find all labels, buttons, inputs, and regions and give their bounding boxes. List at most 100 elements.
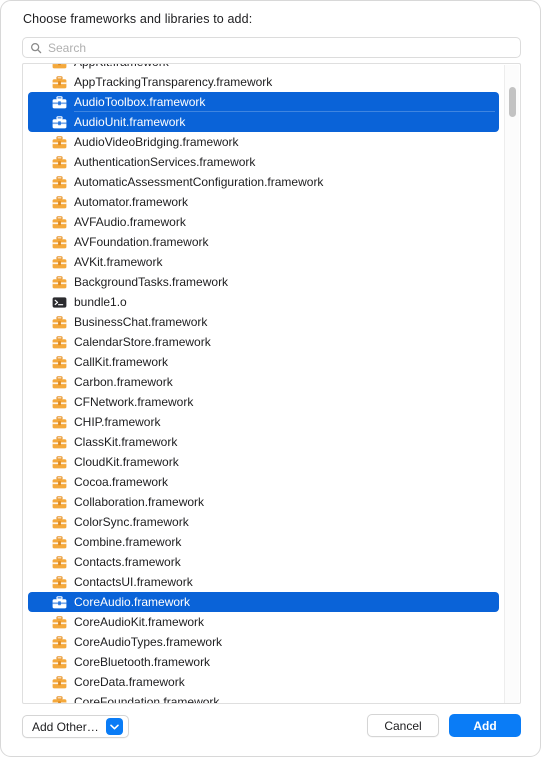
list-item[interactable]: Automator.framework bbox=[28, 192, 499, 212]
list-item-label: CoreBluetooth.framework bbox=[74, 655, 211, 669]
framework-icon bbox=[52, 176, 67, 189]
list-item-label: CFNetwork.framework bbox=[74, 395, 194, 409]
list-item-label: ContactsUI.framework bbox=[74, 575, 193, 589]
list-item-label: CalendarStore.framework bbox=[74, 335, 211, 349]
framework-icon bbox=[52, 276, 67, 289]
search-input[interactable]: Search bbox=[22, 37, 521, 58]
object-file-icon bbox=[52, 297, 67, 308]
framework-icon bbox=[52, 496, 67, 509]
list-item[interactable]: Combine.framework bbox=[28, 532, 499, 552]
add-other-button[interactable]: Add Other… bbox=[22, 715, 129, 738]
framework-icon bbox=[52, 596, 67, 609]
cancel-button[interactable]: Cancel bbox=[367, 714, 439, 737]
list-item-label: AudioUnit.framework bbox=[74, 115, 186, 129]
framework-icon bbox=[52, 436, 67, 449]
list-item[interactable]: CallKit.framework bbox=[28, 352, 499, 372]
framework-list[interactable]: AppKit.framework AppTrackingTransparency.… bbox=[22, 63, 521, 704]
list-item[interactable]: CoreAudioKit.framework bbox=[28, 612, 499, 632]
list-item[interactable]: CoreBluetooth.framework bbox=[28, 652, 499, 672]
search-placeholder: Search bbox=[48, 40, 87, 55]
framework-icon bbox=[52, 476, 67, 489]
list-item[interactable]: Carbon.framework bbox=[28, 372, 499, 392]
framework-icon bbox=[52, 396, 67, 409]
list-item-label: CoreData.framework bbox=[74, 675, 185, 689]
search-icon bbox=[30, 42, 42, 53]
framework-icon bbox=[52, 316, 67, 329]
framework-icon bbox=[52, 236, 67, 249]
list-item-label: ClassKit.framework bbox=[74, 435, 178, 449]
list-item[interactable]: ContactsUI.framework bbox=[28, 572, 499, 592]
framework-icon bbox=[52, 136, 67, 149]
list-item[interactable]: AudioToolbox.framework bbox=[28, 92, 499, 112]
framework-icon bbox=[52, 256, 67, 269]
framework-icon bbox=[52, 576, 67, 589]
list-item-label: Combine.framework bbox=[74, 535, 182, 549]
add-frameworks-dialog: Choose frameworks and libraries to add: … bbox=[0, 0, 541, 757]
list-item-label: Contacts.framework bbox=[74, 555, 181, 569]
list-item[interactable]: CoreData.framework bbox=[28, 672, 499, 692]
framework-icon bbox=[52, 656, 67, 669]
list-item[interactable]: AVFAudio.framework bbox=[28, 212, 499, 232]
list-item-label: AVKit.framework bbox=[74, 255, 163, 269]
list-item[interactable]: AuthenticationServices.framework bbox=[28, 152, 499, 172]
framework-list-body: AppKit.framework AppTrackingTransparency.… bbox=[23, 64, 504, 704]
list-item[interactable]: CFNetwork.framework bbox=[28, 392, 499, 412]
list-item[interactable]: ColorSync.framework bbox=[28, 512, 499, 532]
list-item-label: AVFoundation.framework bbox=[74, 235, 209, 249]
framework-icon bbox=[52, 416, 67, 429]
list-item[interactable]: ClassKit.framework bbox=[28, 432, 499, 452]
list-item[interactable]: bundle1.o bbox=[28, 292, 499, 312]
list-item-label: CHIP.framework bbox=[74, 415, 161, 429]
framework-icon bbox=[52, 196, 67, 209]
framework-icon bbox=[52, 556, 67, 569]
framework-icon bbox=[52, 536, 67, 549]
framework-icon bbox=[52, 356, 67, 369]
list-item-label: Collaboration.framework bbox=[74, 495, 205, 509]
list-item-label: CloudKit.framework bbox=[74, 455, 179, 469]
list-item[interactable]: Contacts.framework bbox=[28, 552, 499, 572]
list-item-label: CoreFoundation.framework bbox=[74, 695, 220, 704]
list-item[interactable]: BackgroundTasks.framework bbox=[28, 272, 499, 292]
list-item[interactable]: AppTrackingTransparency.framework bbox=[28, 72, 499, 92]
list-item-label: AuthenticationServices.framework bbox=[74, 155, 256, 169]
framework-icon bbox=[52, 376, 67, 389]
framework-icon bbox=[52, 616, 67, 629]
list-item-label: AppKit.framework bbox=[74, 64, 169, 69]
list-scrollbar[interactable] bbox=[504, 65, 519, 703]
list-item[interactable]: CoreAudioTypes.framework bbox=[28, 632, 499, 652]
list-item[interactable]: AudioVideoBridging.framework bbox=[28, 132, 499, 152]
framework-icon bbox=[52, 516, 67, 529]
list-item[interactable]: Cocoa.framework bbox=[28, 472, 499, 492]
list-item-label: CoreAudioTypes.framework bbox=[74, 635, 223, 649]
list-item-label: bundle1.o bbox=[74, 295, 127, 309]
list-item-label: AudioVideoBridging.framework bbox=[74, 135, 239, 149]
list-item[interactable]: CoreFoundation.framework bbox=[28, 692, 499, 704]
list-item[interactable]: BusinessChat.framework bbox=[28, 312, 499, 332]
list-item[interactable]: AppKit.framework bbox=[28, 64, 499, 72]
list-item-label: CallKit.framework bbox=[74, 355, 169, 369]
list-item-label: AutomaticAssessmentConfiguration.framewo… bbox=[74, 175, 324, 189]
list-item[interactable]: CoreAudio.framework bbox=[28, 592, 499, 612]
chevron-down-icon[interactable] bbox=[105, 718, 123, 735]
page-title: Choose frameworks and libraries to add: bbox=[23, 12, 253, 26]
add-button[interactable]: Add bbox=[449, 714, 521, 737]
list-item-label: AVFAudio.framework bbox=[74, 215, 186, 229]
list-item-label: Automator.framework bbox=[74, 195, 189, 209]
list-item[interactable]: Collaboration.framework bbox=[28, 492, 499, 512]
list-item[interactable]: AutomaticAssessmentConfiguration.framewo… bbox=[28, 172, 499, 192]
framework-icon bbox=[52, 156, 67, 169]
list-item-label: ColorSync.framework bbox=[74, 515, 189, 529]
list-scrollbar-thumb[interactable] bbox=[509, 87, 516, 117]
list-item[interactable]: CalendarStore.framework bbox=[28, 332, 499, 352]
list-item-label: BusinessChat.framework bbox=[74, 315, 208, 329]
list-item[interactable]: AVKit.framework bbox=[28, 252, 499, 272]
list-item[interactable]: AudioUnit.framework bbox=[28, 112, 499, 132]
list-item[interactable]: CloudKit.framework bbox=[28, 452, 499, 472]
framework-icon bbox=[52, 456, 67, 469]
list-item-label: CoreAudio.framework bbox=[74, 595, 191, 609]
list-item-label: AudioToolbox.framework bbox=[74, 95, 206, 109]
framework-icon bbox=[52, 64, 67, 69]
framework-icon bbox=[52, 96, 67, 109]
list-item[interactable]: AVFoundation.framework bbox=[28, 232, 499, 252]
list-item[interactable]: CHIP.framework bbox=[28, 412, 499, 432]
